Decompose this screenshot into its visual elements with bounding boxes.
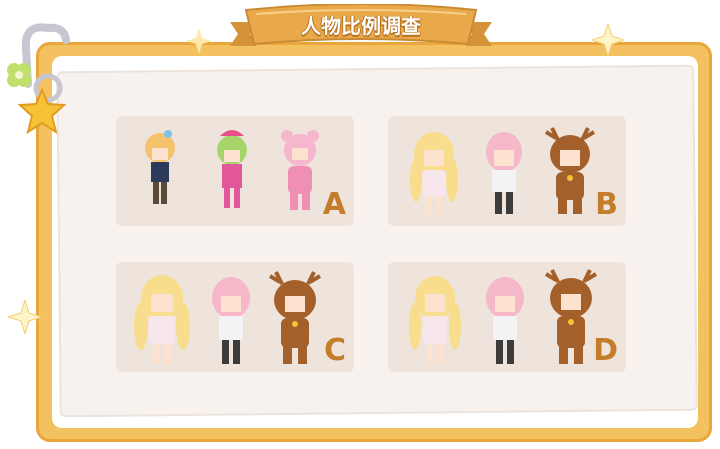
- blonde-girl-figure: [134, 275, 190, 364]
- option-panel-d[interactable]: D: [388, 262, 626, 372]
- sparkle-icon: [592, 24, 624, 56]
- option-panel-b[interactable]: B: [388, 116, 626, 226]
- page-title: 人物比例调查: [301, 14, 421, 38]
- survey-card: 人物比例调查 A B C D: [0, 0, 720, 449]
- option-panel-a[interactable]: A: [116, 116, 354, 226]
- title-banner: 人物比例调查: [230, 3, 492, 50]
- option-letter: A: [322, 187, 346, 222]
- option-letter: C: [323, 333, 346, 368]
- reindeer-costume-figure: [268, 271, 322, 364]
- chibi-bear-costume-figure: [281, 130, 319, 210]
- blonde-girl-figure: [409, 276, 461, 364]
- pink-hair-boy-figure: [486, 277, 524, 364]
- reindeer-costume-figure: [544, 127, 596, 214]
- chibi-girl-pink-figure: [217, 130, 247, 208]
- sparkle-icon: [186, 28, 212, 54]
- pink-hair-boy-figure: [212, 277, 250, 364]
- pink-hair-boy-figure: [486, 132, 522, 214]
- option-letter: B: [595, 187, 618, 222]
- chibi-boy-figure: [145, 130, 175, 204]
- star-icon: [18, 88, 66, 134]
- option-letter: D: [593, 333, 618, 368]
- blonde-girl-figure: [410, 132, 458, 214]
- sparkle-icon: [8, 300, 42, 334]
- option-panel-c[interactable]: C: [116, 262, 354, 372]
